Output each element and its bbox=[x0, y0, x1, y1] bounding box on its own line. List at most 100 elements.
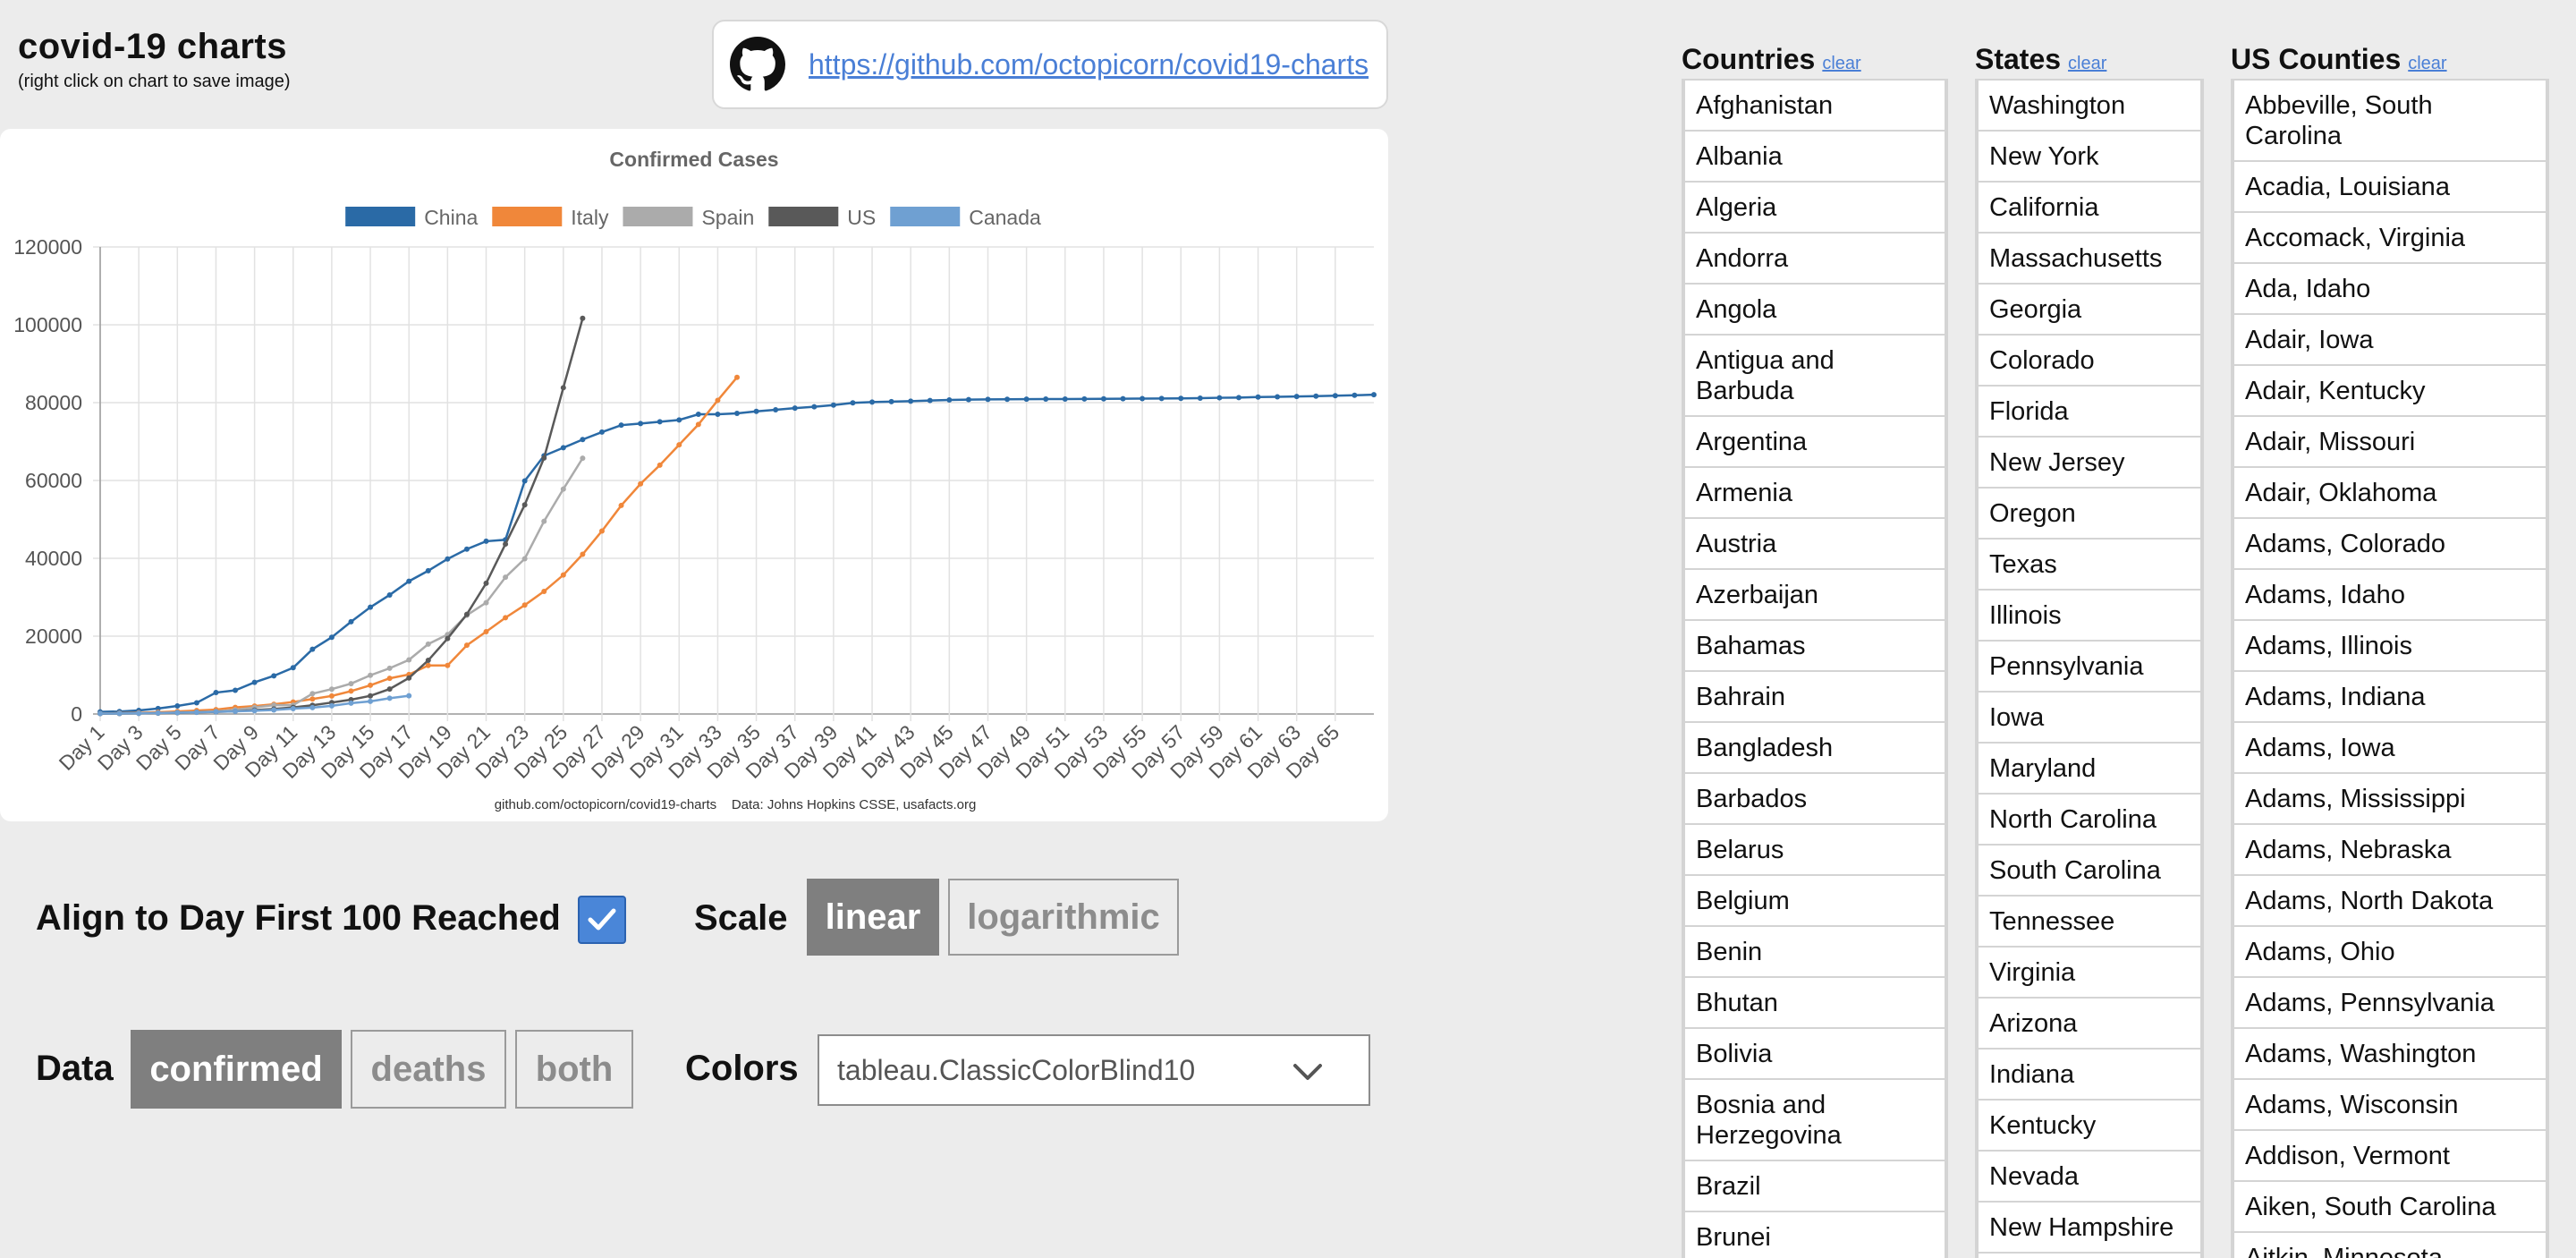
states-list-item[interactable]: New Jersey bbox=[1977, 438, 2202, 489]
counties-list-item[interactable]: Adams, Indiana bbox=[2233, 672, 2547, 723]
counties-list-item[interactable]: Adair, Iowa bbox=[2233, 315, 2547, 366]
states-list-item[interactable]: North Carolina bbox=[1977, 795, 2202, 846]
states-list-item[interactable]: Georgia bbox=[1977, 285, 2202, 336]
states-list-item[interactable]: Tennessee bbox=[1977, 897, 2202, 948]
countries-list-item[interactable]: Andorra bbox=[1683, 234, 1946, 285]
counties-list-item[interactable]: Adams, Colorado bbox=[2233, 519, 2547, 570]
states-list[interactable]: Washington New York California Massachusett… bbox=[1975, 79, 2204, 1258]
countries-list-item[interactable]: Algeria bbox=[1683, 183, 1946, 234]
countries-list-item[interactable]: Belgium bbox=[1683, 876, 1946, 927]
counties-list-item[interactable]: Accomack, Virginia bbox=[2233, 213, 2547, 264]
states-list-item[interactable]: Oregon bbox=[1977, 489, 2202, 540]
counties-list-item[interactable]: Addison, Vermont bbox=[2233, 1131, 2547, 1182]
repo-link-box[interactable]: https://github.com/octopicorn/covid19-ch… bbox=[712, 20, 1388, 109]
legend-label[interactable]: Italy bbox=[571, 206, 609, 229]
legend-label[interactable]: Spain bbox=[701, 206, 754, 229]
data-point bbox=[483, 628, 489, 634]
states-list-item[interactable]: Maryland bbox=[1977, 744, 2202, 795]
states-list-item[interactable]: South Carolina bbox=[1977, 846, 2202, 897]
data-point bbox=[676, 417, 682, 423]
counties-list-item[interactable]: Aiken, South Carolina bbox=[2233, 1182, 2547, 1233]
countries-clear-link[interactable]: clear bbox=[1822, 54, 1860, 73]
counties-list-item[interactable]: Adams, Idaho bbox=[2233, 570, 2547, 621]
states-list-item[interactable]: Kentucky bbox=[1977, 1101, 2202, 1152]
counties-list-item[interactable]: Ada, Idaho bbox=[2233, 264, 2547, 315]
countries-list-item[interactable]: Bangladesh bbox=[1683, 723, 1946, 774]
legend-label[interactable]: US bbox=[847, 206, 876, 229]
counties-list-item[interactable]: Adams, Washington bbox=[2233, 1029, 2547, 1080]
states-list-item[interactable]: Texas bbox=[1977, 540, 2202, 591]
countries-list-item[interactable]: Bolivia bbox=[1683, 1029, 1946, 1080]
countries-list-item[interactable]: Albania bbox=[1683, 132, 1946, 183]
counties-list-item[interactable]: Adams, Nebraska bbox=[2233, 825, 2547, 876]
counties-list-item[interactable]: Adams, Pennsylvania bbox=[2233, 978, 2547, 1029]
legend-label[interactable]: Canada bbox=[969, 206, 1041, 229]
countries-list-item[interactable]: Angola bbox=[1683, 285, 1946, 336]
states-list-item[interactable]: California bbox=[1977, 183, 2202, 234]
states-list-item[interactable]: Nevada bbox=[1977, 1152, 2202, 1203]
countries-list-item[interactable]: Bahamas bbox=[1683, 621, 1946, 672]
counties-list-item[interactable]: Adams, Ohio bbox=[2233, 927, 2547, 978]
countries-list-item[interactable]: Argentina bbox=[1683, 417, 1946, 468]
data-confirmed-button[interactable]: confirmed bbox=[131, 1030, 342, 1109]
countries-list[interactable]: Afghanistan Albania Algeria Andorra Angola An… bbox=[1682, 79, 1948, 1258]
states-list-item[interactable]: Colorado bbox=[1977, 336, 2202, 387]
countries-list-item[interactable]: Armenia bbox=[1683, 468, 1946, 519]
states-list-item[interactable]: Illinois bbox=[1977, 591, 2202, 642]
states-list-item[interactable]: New York bbox=[1977, 132, 2202, 183]
counties-list-item[interactable]: Adams, North Dakota bbox=[2233, 876, 2547, 927]
counties-list-item[interactable]: Aitkin, Minnesota bbox=[2233, 1233, 2547, 1258]
chart-card: 0 20000 40000 60000 80000 100000 120000 Day 1 Da… bbox=[0, 129, 1388, 821]
countries-list-item[interactable]: Belarus bbox=[1683, 825, 1946, 876]
countries-list-item[interactable]: Azerbaijan bbox=[1683, 570, 1946, 621]
states-list-item[interactable]: New Hampshire bbox=[1977, 1203, 2202, 1254]
countries-list-item[interactable]: Barbados bbox=[1683, 774, 1946, 825]
data-both-button[interactable]: both bbox=[515, 1030, 633, 1109]
states-list-item[interactable]: Pennsylvania bbox=[1977, 642, 2202, 693]
states-list-item[interactable]: Minnesota bbox=[1977, 1254, 2202, 1258]
counties-list-item[interactable]: Adair, Kentucky bbox=[2233, 366, 2547, 417]
y-tick-label: 100000 bbox=[13, 313, 82, 336]
countries-list-item[interactable]: Afghanistan bbox=[1683, 79, 1946, 132]
counties-list-item[interactable]: Adair, Oklahoma bbox=[2233, 468, 2547, 519]
data-point bbox=[193, 700, 199, 706]
scale-logarithmic-button[interactable]: logarithmic bbox=[948, 879, 1179, 956]
scale-linear-button[interactable]: linear bbox=[807, 879, 939, 956]
countries-list-item[interactable]: Brunei bbox=[1683, 1212, 1946, 1258]
counties-list-item[interactable]: Acadia, Louisiana bbox=[2233, 162, 2547, 213]
countries-list-item[interactable]: Bahrain bbox=[1683, 672, 1946, 723]
states-list-item[interactable]: Arizona bbox=[1977, 999, 2202, 1050]
states-list-item[interactable]: Massachusetts bbox=[1977, 234, 2202, 285]
countries-list-item[interactable]: Antigua and Barbuda bbox=[1683, 336, 1946, 417]
counties-list-item[interactable]: Adams, Iowa bbox=[2233, 723, 2547, 774]
data-point bbox=[213, 709, 219, 715]
countries-list-item[interactable]: Brazil bbox=[1683, 1161, 1946, 1212]
states-list-item[interactable]: Indiana bbox=[1977, 1050, 2202, 1101]
data-point bbox=[445, 662, 451, 668]
counties-list-item[interactable]: Abbeville, South Carolina bbox=[2233, 79, 2547, 162]
countries-list-item[interactable]: Benin bbox=[1683, 927, 1946, 978]
counties-list-item[interactable]: Adams, Wisconsin bbox=[2233, 1080, 2547, 1131]
countries-list-item[interactable]: Bosnia and Herzegovina bbox=[1683, 1080, 1946, 1161]
counties-list-item[interactable]: Adams, Mississippi bbox=[2233, 774, 2547, 825]
colors-select[interactable]: tableau.ClassicColorBlind10 bbox=[818, 1034, 1370, 1106]
states-list-item[interactable]: Florida bbox=[1977, 387, 2202, 438]
states-list-item[interactable]: Iowa bbox=[1977, 693, 2202, 744]
github-icon[interactable] bbox=[730, 37, 785, 92]
countries-list-item[interactable]: Bhutan bbox=[1683, 978, 1946, 1029]
states-clear-link[interactable]: clear bbox=[2068, 54, 2106, 73]
series-line-italy bbox=[99, 376, 738, 715]
repo-link[interactable]: https://github.com/octopicorn/covid19-ch… bbox=[809, 48, 1368, 81]
states-list-item[interactable]: Virginia bbox=[1977, 948, 2202, 999]
align-checkbox[interactable] bbox=[578, 896, 626, 944]
counties-list-item[interactable]: Adams, Illinois bbox=[2233, 621, 2547, 672]
counties-list[interactable]: Abbeville, South Carolina Acadia, Louisia… bbox=[2231, 79, 2549, 1258]
data-deaths-button[interactable]: deaths bbox=[351, 1030, 506, 1109]
legend-label[interactable]: China bbox=[424, 206, 478, 229]
chart-title: Confirmed Cases bbox=[609, 148, 778, 171]
y-tick-label: 40000 bbox=[25, 547, 82, 570]
countries-list-item[interactable]: Austria bbox=[1683, 519, 1946, 570]
counties-clear-link[interactable]: clear bbox=[2408, 54, 2446, 73]
counties-list-item[interactable]: Adair, Missouri bbox=[2233, 417, 2547, 468]
states-list-item[interactable]: Washington bbox=[1977, 79, 2202, 132]
